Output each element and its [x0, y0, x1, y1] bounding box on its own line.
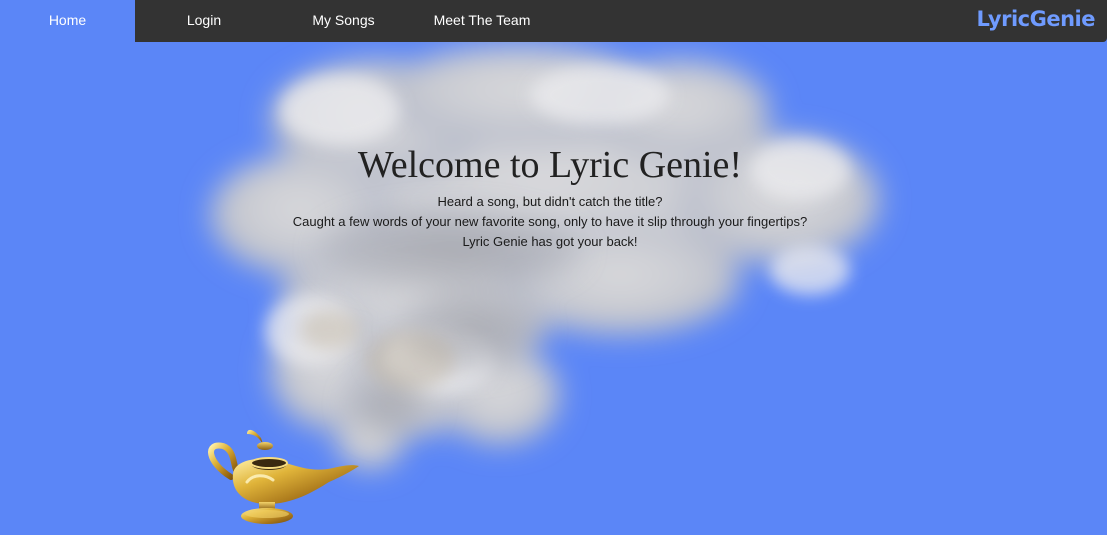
smoke-cloud: [0, 0, 1107, 530]
nav-login[interactable]: Login: [160, 0, 248, 42]
hero-line-3: Lyric Genie has got your back!: [462, 234, 638, 249]
top-navbar: Home Login My Songs Meet The Team LyricG…: [0, 0, 1107, 42]
nav-meet-the-team[interactable]: Meet The Team: [424, 0, 540, 42]
nav-home[interactable]: Home: [0, 0, 135, 42]
nav-my-songs[interactable]: My Songs: [296, 0, 391, 42]
hero-line-1: Heard a song, but didn't catch the title…: [437, 194, 663, 209]
brand-logo[interactable]: LyricGenie: [976, 3, 1095, 35]
hero-line-2: Caught a few words of your new favorite …: [292, 214, 808, 229]
hero-title: Welcome to Lyric Genie!: [357, 144, 743, 186]
hero-section: Welcome to Lyric Genie! Heard a song, bu…: [250, 142, 850, 252]
magic-lamp-icon: [203, 422, 363, 531]
